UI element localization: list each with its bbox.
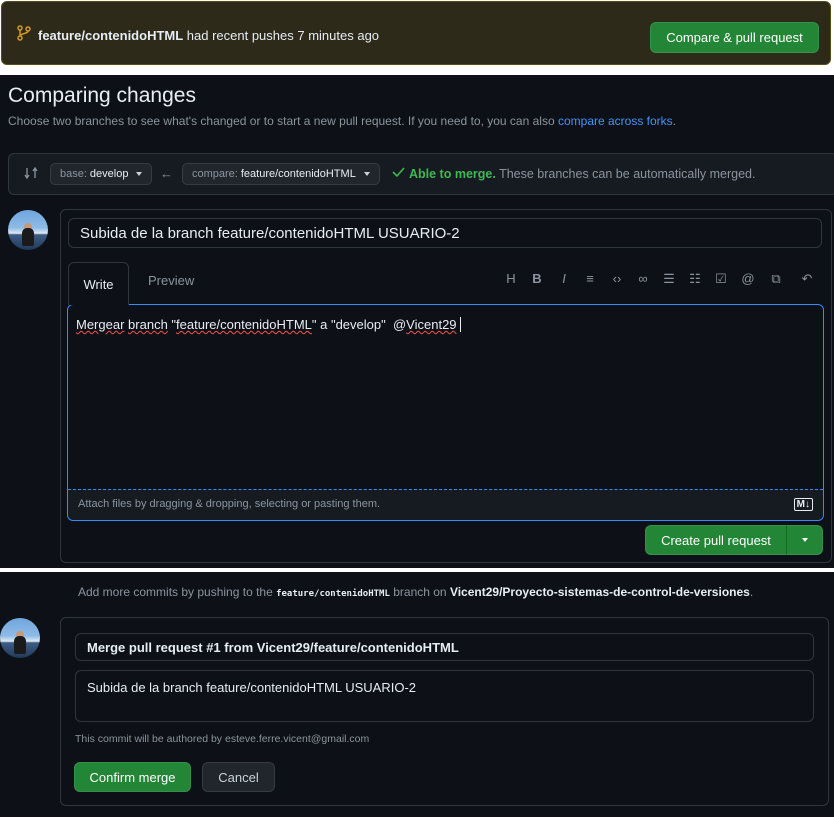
chevron-down-icon [363, 172, 370, 176]
attach-bar[interactable]: Attach files by dragging & dropping, sel… [68, 489, 823, 520]
base-value: develop [89, 168, 129, 180]
merge-status-detail: These branches can be automatically merg… [495, 167, 756, 181]
mention-icon[interactable]: @ [739, 271, 757, 286]
merge-info-mid: branch on [389, 585, 450, 599]
recent-push-message: had recent pushes 7 minutes ago [183, 28, 380, 43]
compare-arrows-icon [24, 166, 38, 183]
merge-status-label: Able to merge. [409, 167, 496, 181]
markdown-icon: M↓ [793, 498, 813, 511]
compare-pull-request-button[interactable]: Compare & pull request [650, 22, 819, 53]
pr-body-text: Mergear branch "feature/contenidoHTML" a… [76, 317, 465, 332]
merge-info-prefix: Add more commits by pushing to the [78, 585, 277, 599]
page-subtitle: Choose two branches to see what's change… [8, 114, 676, 128]
merge-info: Add more commits by pushing to the featu… [78, 585, 753, 599]
create-pull-request-button[interactable]: Create pull request [645, 525, 787, 555]
body-word: " [167, 317, 177, 332]
numbered-list-icon[interactable]: ☷ [686, 271, 704, 287]
recent-push-banner: feature/contenidoHTML had recent pushes … [1, 1, 831, 65]
recent-push-panel: feature/contenidoHTML had recent pushes … [0, 0, 834, 67]
merge-status: Able to merge. These branches can be aut… [409, 167, 755, 181]
merge-info-end: . [749, 585, 754, 599]
author-note: This commit will be authored by esteve.f… [75, 733, 370, 745]
heading-icon[interactable]: H [502, 271, 520, 286]
body-word: " a " [311, 317, 336, 332]
base-branch-select[interactable]: base: develop [50, 163, 153, 185]
text-cursor [459, 317, 465, 332]
commit-title-input[interactable]: Merge pull request #1 from Vicent29/feat… [75, 633, 814, 661]
reply-icon[interactable]: ↶ [798, 271, 816, 287]
body-word: " @ [381, 317, 407, 332]
check-icon [392, 166, 405, 181]
tab-preview[interactable]: Preview [148, 273, 194, 288]
merge-info-repo[interactable]: Vicent29/Proyecto-sistemas-de-control-de… [450, 585, 750, 599]
chevron-down-icon [801, 538, 808, 542]
recent-push-branch[interactable]: feature/contenidoHTML [38, 28, 183, 43]
merge-info-branch: feature/contenidoHTML [276, 589, 390, 599]
body-word: Mergear [76, 317, 125, 332]
confirm-merge-button[interactable]: Confirm merge [74, 762, 191, 792]
page-title: Comparing changes [8, 84, 196, 107]
compare-across-forks-link[interactable]: compare across forks [558, 114, 673, 128]
base-label: base: [60, 168, 87, 180]
merge-panel: Add more commits by pushing to the featu… [0, 572, 834, 817]
pr-body-textarea[interactable]: Mergear branch "feature/contenidoHTML" a… [67, 304, 824, 521]
compare-value: feature/contenidoHTML [240, 168, 356, 180]
attach-hint: Attach files by dragging & dropping, sel… [78, 498, 381, 510]
pr-title-input[interactable]: Subida de la branch feature/contenidoHTM… [68, 218, 822, 248]
bullet-list-icon[interactable]: ☰ [660, 271, 678, 287]
subtitle-end: . [672, 114, 677, 128]
avatar [0, 618, 40, 658]
compare-branch-select[interactable]: compare: feature/contenidoHTML [182, 163, 380, 185]
arrow-left-icon: ← [160, 166, 173, 181]
reference-icon[interactable]: ⧉ [767, 271, 785, 287]
link-icon[interactable]: ∞ [634, 271, 652, 286]
recent-push-text: feature/contenidoHTML had recent pushes … [38, 28, 379, 43]
body-word: develop [335, 317, 382, 332]
commit-body-text: Subida de la branch feature/contenidoHTM… [87, 680, 417, 695]
code-icon[interactable]: ‹› [608, 271, 626, 286]
branch-icon [17, 25, 31, 41]
chevron-down-icon [136, 172, 143, 176]
body-word: Vicent29 [406, 317, 457, 332]
cancel-button[interactable]: Cancel [202, 762, 275, 792]
create-pr-dropdown-button[interactable] [786, 525, 823, 555]
avatar [8, 210, 48, 250]
body-word: feature/contenidoHTML [176, 317, 312, 332]
subtitle-text: Choose two branches to see what's change… [8, 114, 558, 128]
commit-body-textarea[interactable]: Subida de la branch feature/contenidoHTM… [75, 670, 814, 722]
bold-icon[interactable]: B [528, 271, 546, 286]
body-word: branch [128, 317, 168, 332]
quote-icon[interactable]: ≡ [581, 271, 599, 286]
task-list-icon[interactable]: ☑ [712, 271, 730, 287]
tab-write[interactable]: Write [68, 262, 129, 305]
italic-icon[interactable]: I [555, 271, 573, 286]
compare-panel: Comparing changes Choose two branches to… [0, 75, 834, 568]
compare-label: compare: [192, 168, 238, 180]
